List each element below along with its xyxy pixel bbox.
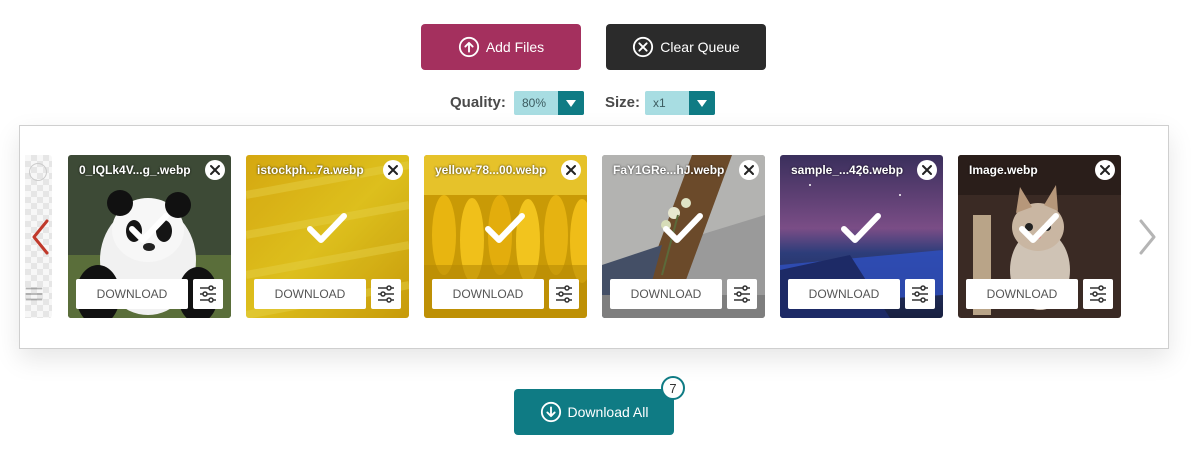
close-icon <box>388 165 398 175</box>
size-dropdown-arrow[interactable] <box>689 91 715 115</box>
settings-sliders-icon <box>1090 285 1106 303</box>
download-all-label: Download All <box>567 404 649 420</box>
file-name: Image.webp <box>969 163 1038 177</box>
upload-circle-icon <box>458 36 479 58</box>
quality-value: 80% <box>522 96 547 110</box>
remove-file-button[interactable] <box>739 160 759 180</box>
chevron-down-icon <box>697 99 707 107</box>
file-name: sample_...426.webp <box>791 163 904 177</box>
file-name: yellow-78...00.webp <box>435 163 547 177</box>
checkmark-icon <box>663 213 703 243</box>
file-card: sample_...426.webp DOWNLOAD <box>780 155 943 318</box>
close-icon <box>744 165 754 175</box>
checkmark-icon <box>485 213 525 243</box>
file-settings-button[interactable] <box>193 279 223 309</box>
file-card: yellow-78...00.webp DOWNLOAD <box>424 155 587 318</box>
checkmark-icon <box>307 213 347 243</box>
size-value: x1 <box>653 96 666 110</box>
file-settings-button[interactable] <box>371 279 401 309</box>
clear-queue-button[interactable]: Clear Queue <box>606 24 766 70</box>
size-select[interactable]: x1 <box>645 91 715 115</box>
clear-queue-label: Clear Queue <box>660 39 740 55</box>
file-card: 0_IQLk4V...g_.webp DOWNLOAD <box>68 155 231 318</box>
chevron-left-icon[interactable] <box>29 218 51 256</box>
file-name: istockph...7a.webp <box>257 163 364 177</box>
settings-sliders-icon <box>734 285 750 303</box>
add-files-label: Add Files <box>485 39 545 55</box>
settings-sliders-icon <box>556 285 572 303</box>
download-button[interactable]: DOWNLOAD <box>788 279 900 309</box>
remove-file-button[interactable] <box>1095 160 1115 180</box>
remove-file-button[interactable] <box>561 160 581 180</box>
size-label: Size: <box>605 94 641 111</box>
checkmark-icon <box>1019 213 1059 243</box>
close-circle-icon <box>633 36 654 58</box>
download-circle-icon <box>540 401 561 423</box>
checkmark-icon <box>129 213 169 243</box>
file-name: FaY1GRe...hJ.webp <box>613 163 725 177</box>
file-card: istockph...7a.webp DOWNLOAD <box>246 155 409 318</box>
close-icon <box>566 165 576 175</box>
remove-file-button[interactable] <box>205 160 225 180</box>
quality-label: Quality: <box>450 94 506 111</box>
file-card: FaY1GRe...hJ.webp DOWNLOAD <box>602 155 765 318</box>
file-card: Image.webp DOWNLOAD <box>958 155 1121 318</box>
download-all-button[interactable]: Download All <box>514 389 674 435</box>
checkmark-icon <box>841 213 881 243</box>
chevron-right-icon[interactable] <box>1137 218 1159 256</box>
remove-file-button[interactable] <box>917 160 937 180</box>
close-icon <box>922 165 932 175</box>
remove-file-button[interactable] <box>383 160 403 180</box>
file-settings-button[interactable] <box>727 279 757 309</box>
close-icon <box>1100 165 1110 175</box>
close-icon <box>210 165 220 175</box>
download-button[interactable]: DOWNLOAD <box>254 279 366 309</box>
chevron-down-icon <box>566 99 576 107</box>
add-files-button[interactable]: Add Files <box>421 24 581 70</box>
settings-sliders-icon <box>25 287 43 301</box>
quality-select[interactable]: 80% <box>514 91 584 115</box>
file-settings-button[interactable] <box>1083 279 1113 309</box>
settings-sliders-icon <box>912 285 928 303</box>
download-button[interactable]: DOWNLOAD <box>432 279 544 309</box>
download-button[interactable]: DOWNLOAD <box>610 279 722 309</box>
close-icon <box>29 163 47 181</box>
download-button[interactable]: DOWNLOAD <box>966 279 1078 309</box>
file-settings-button[interactable] <box>549 279 579 309</box>
file-count-badge: 7 <box>661 376 685 400</box>
download-button[interactable]: DOWNLOAD <box>76 279 188 309</box>
settings-sliders-icon <box>378 285 394 303</box>
file-name: 0_IQLk4V...g_.webp <box>79 163 191 177</box>
file-settings-button[interactable] <box>905 279 935 309</box>
quality-dropdown-arrow[interactable] <box>558 91 584 115</box>
settings-sliders-icon <box>200 285 216 303</box>
